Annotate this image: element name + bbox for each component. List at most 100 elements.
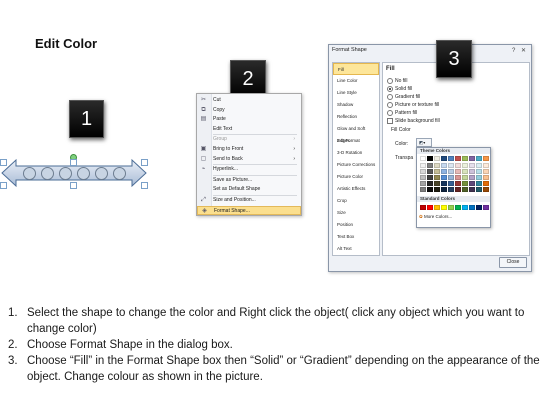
theme-shade-swatch[interactable] <box>420 181 426 186</box>
theme-shade-swatch[interactable] <box>483 181 489 186</box>
theme-shade-swatch[interactable] <box>420 187 426 192</box>
theme-shade-swatch[interactable] <box>427 163 433 168</box>
theme-shade-swatch[interactable] <box>462 181 468 186</box>
close-button[interactable]: Close <box>499 257 527 268</box>
theme-shade-swatch[interactable] <box>455 169 461 174</box>
standard-color-swatch[interactable] <box>420 205 426 210</box>
theme-color-swatch[interactable] <box>455 156 461 161</box>
resize-handle[interactable] <box>70 159 77 166</box>
dialog-title-buttons[interactable]: ? ✕ <box>512 47 528 54</box>
theme-shade-swatch[interactable] <box>441 169 447 174</box>
slide-background-checkbox[interactable] <box>387 118 393 124</box>
theme-shade-swatch[interactable] <box>469 163 475 168</box>
theme-shade-swatch[interactable] <box>462 187 468 192</box>
double-arrow-shape[interactable] <box>0 154 148 191</box>
menu-item-hyperlink[interactable]: ⌁ Hyperlink... <box>197 165 301 174</box>
solid-fill-radio[interactable] <box>387 86 393 92</box>
theme-shade-swatch[interactable] <box>455 163 461 168</box>
theme-shade-swatch[interactable] <box>483 187 489 192</box>
category-text-box[interactable]: Text Box <box>333 231 379 243</box>
theme-shade-swatch[interactable] <box>420 169 426 174</box>
theme-shade-swatch[interactable] <box>462 163 468 168</box>
theme-shade-swatch[interactable] <box>469 169 475 174</box>
category-position[interactable]: Position <box>333 219 379 231</box>
theme-color-swatch[interactable] <box>448 156 454 161</box>
theme-shade-swatch[interactable] <box>434 187 440 192</box>
menu-item-size-and-position[interactable]: ⤢ Size and Position... <box>197 196 301 205</box>
theme-shade-swatch[interactable] <box>434 181 440 186</box>
standard-color-swatch[interactable] <box>476 205 482 210</box>
category-line-color[interactable]: Line Color <box>333 75 379 87</box>
theme-shade-swatch[interactable] <box>441 163 447 168</box>
menu-item-edit-text[interactable]: Edit Text <box>197 125 301 134</box>
theme-shade-swatch[interactable] <box>427 169 433 174</box>
no-fill-radio[interactable] <box>387 78 393 84</box>
theme-shade-swatch[interactable] <box>483 169 489 174</box>
theme-shade-swatch[interactable] <box>476 169 482 174</box>
category-reflection[interactable]: Reflection <box>333 111 379 123</box>
theme-color-swatch[interactable] <box>420 156 426 161</box>
theme-shade-swatch[interactable] <box>469 175 475 180</box>
theme-shade-swatch[interactable] <box>483 163 489 168</box>
menu-item-send-to-back[interactable]: ▢ Send to Back › <box>197 155 301 164</box>
more-colors-link[interactable]: ✿ More Colors... <box>419 214 452 220</box>
theme-shade-swatch[interactable] <box>455 181 461 186</box>
standard-color-swatch[interactable] <box>455 205 461 210</box>
theme-shade-swatch[interactable] <box>476 163 482 168</box>
theme-shade-swatch[interactable] <box>469 181 475 186</box>
theme-shade-swatch[interactable] <box>476 187 482 192</box>
theme-shade-swatch[interactable] <box>427 187 433 192</box>
theme-shade-swatch[interactable] <box>420 175 426 180</box>
category-fill[interactable]: Fill <box>333 63 379 75</box>
theme-shade-swatch[interactable] <box>448 169 454 174</box>
category-line-style[interactable]: Line Style <box>333 87 379 99</box>
picture-fill-radio[interactable] <box>387 102 393 108</box>
standard-color-swatch[interactable] <box>427 205 433 210</box>
standard-color-swatch[interactable] <box>462 205 468 210</box>
category-alt-text[interactable]: Alt Text <box>333 243 379 255</box>
theme-shade-swatch[interactable] <box>448 187 454 192</box>
resize-handle[interactable] <box>0 182 7 189</box>
standard-color-swatch[interactable] <box>434 205 440 210</box>
theme-shade-swatch[interactable] <box>462 175 468 180</box>
resize-handle[interactable] <box>70 182 77 189</box>
menu-item-paste[interactable]: ▤ Paste <box>197 115 301 124</box>
category-size[interactable]: Size <box>333 207 379 219</box>
menu-item-set-as-default-shape[interactable]: Set as Default Shape <box>197 185 301 194</box>
category-picture-corrections[interactable]: Picture Corrections <box>333 159 379 171</box>
category-3-d-rotation[interactable]: 3-D Rotation <box>333 147 379 159</box>
theme-shade-swatch[interactable] <box>462 169 468 174</box>
theme-shade-swatch[interactable] <box>476 181 482 186</box>
theme-shade-swatch[interactable] <box>483 175 489 180</box>
theme-color-swatch[interactable] <box>476 156 482 161</box>
menu-item-copy[interactable]: ⧉ Copy <box>197 106 301 115</box>
menu-item-cut[interactable]: ✂ Cut <box>197 96 301 105</box>
category-3-d-format[interactable]: 3-D Format <box>333 135 379 147</box>
theme-shade-swatch[interactable] <box>441 187 447 192</box>
resize-handle[interactable] <box>0 159 7 166</box>
theme-color-swatch[interactable] <box>483 156 489 161</box>
theme-shade-swatch[interactable] <box>434 175 440 180</box>
theme-shade-swatch[interactable] <box>455 175 461 180</box>
theme-shade-swatch[interactable] <box>469 187 475 192</box>
theme-shade-swatch[interactable] <box>427 181 433 186</box>
theme-shade-swatch[interactable] <box>441 175 447 180</box>
theme-color-swatch[interactable] <box>441 156 447 161</box>
menu-item-save-as-picture[interactable]: Save as Picture... <box>197 176 301 185</box>
theme-shade-swatch[interactable] <box>441 181 447 186</box>
pattern-fill-radio[interactable] <box>387 110 393 116</box>
theme-shade-swatch[interactable] <box>448 181 454 186</box>
standard-color-swatch[interactable] <box>469 205 475 210</box>
resize-handle[interactable] <box>141 182 148 189</box>
theme-color-swatch[interactable] <box>427 156 433 161</box>
theme-shade-swatch[interactable] <box>476 175 482 180</box>
category-glow-and-soft-edges[interactable]: Glow and Soft Edges <box>333 123 379 143</box>
standard-color-swatch[interactable] <box>483 205 489 210</box>
color-dropdown[interactable]: ◩▾ <box>416 138 432 147</box>
category-shadow[interactable]: Shadow <box>333 99 379 111</box>
theme-shade-swatch[interactable] <box>455 187 461 192</box>
standard-color-swatch[interactable] <box>448 205 454 210</box>
theme-shade-swatch[interactable] <box>427 175 433 180</box>
theme-shade-swatch[interactable] <box>434 169 440 174</box>
theme-color-swatch[interactable] <box>462 156 468 161</box>
